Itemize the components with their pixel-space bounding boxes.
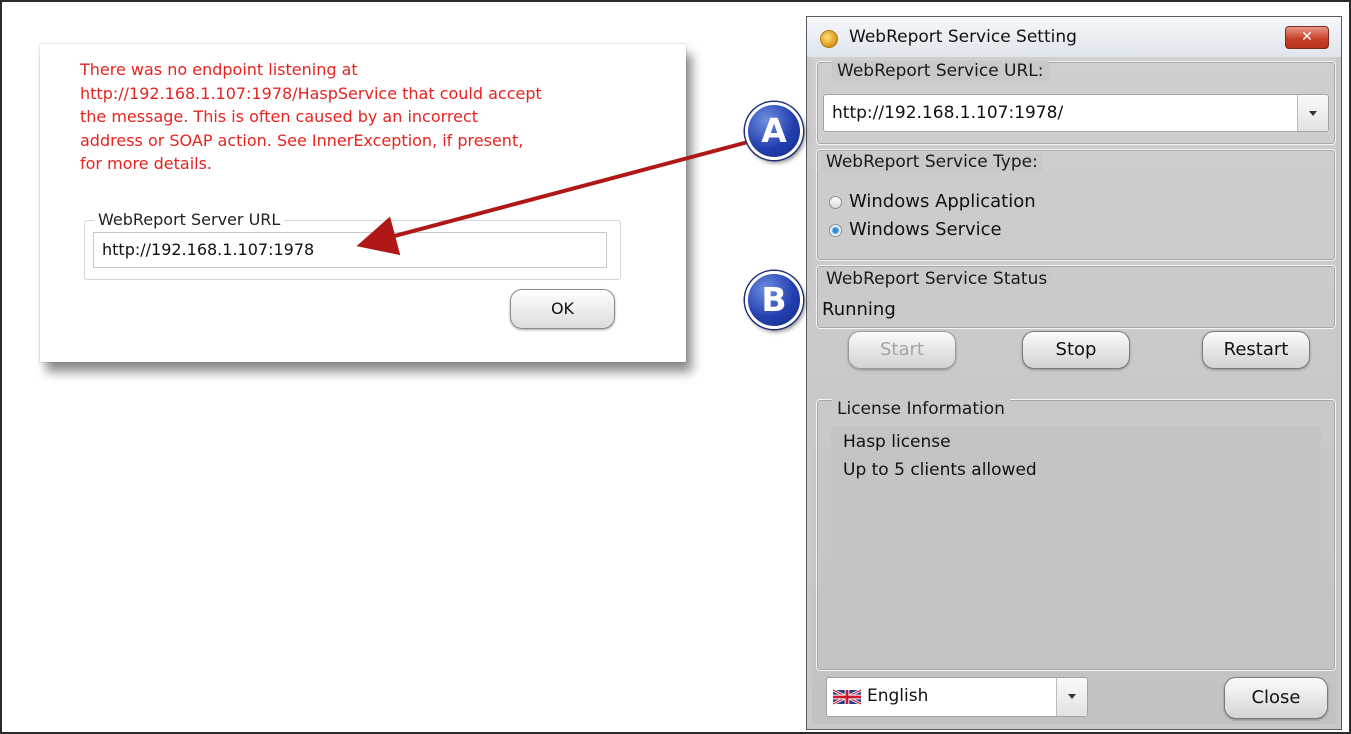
license-info-box: Hasp license Up to 5 clients allowed: [831, 426, 1321, 660]
service-type-group: WebReport Service Type: Windows Applicat…: [816, 149, 1336, 261]
server-url-input[interactable]: http://192.168.1.107:1978: [93, 232, 607, 268]
radio-button[interactable]: [829, 196, 842, 209]
server-url-group: WebReport Server URL http://192.168.1.10…: [84, 210, 621, 280]
error-message-line: There was no endpoint listening at: [80, 60, 358, 79]
service-url-combobox[interactable]: http://192.168.1.107:1978/: [823, 94, 1329, 132]
service-status-label: WebReport Service Status: [821, 269, 1053, 289]
radio-label: Windows Service: [849, 219, 1002, 240]
callout-badge-b: B: [745, 271, 803, 329]
service-settings-window: WebReport Service Setting ✕ WebReport Se…: [806, 16, 1342, 730]
error-message-line: address or SOAP action. See InnerExcepti…: [80, 130, 524, 150]
error-message-line: the message. This is often caused by an …: [80, 107, 479, 126]
license-info-label: License Information: [832, 399, 1010, 419]
license-line: Up to 5 clients allowed: [843, 460, 1037, 480]
service-status-value: Running: [822, 299, 896, 320]
start-button[interactable]: Start: [848, 331, 956, 369]
window-client-area: WebReport Service URL: http://192.168.1.…: [812, 57, 1336, 724]
license-line: Hasp license: [843, 432, 951, 452]
radio-button[interactable]: [829, 224, 842, 237]
license-info-group: License Information Hasp license Up to 5…: [816, 399, 1336, 671]
radio-label: Windows Application: [849, 191, 1036, 212]
title-bar[interactable]: WebReport Service Setting ✕: [807, 17, 1341, 57]
service-url-group: WebReport Service URL: http://192.168.1.…: [816, 61, 1336, 145]
stop-button[interactable]: Stop: [1022, 331, 1130, 369]
callout-badge-a: A: [745, 102, 803, 160]
service-status-group: WebReport Service Status Running: [816, 265, 1336, 329]
service-type-label: WebReport Service Type:: [821, 152, 1043, 172]
window-title: WebReport Service Setting: [849, 27, 1077, 47]
error-message: There was no endpoint listening at http:…: [80, 58, 640, 176]
error-message-line: http://192.168.1.107:1978/HaspService th…: [80, 83, 542, 103]
ok-button[interactable]: OK: [510, 289, 615, 329]
close-icon: ✕: [1301, 29, 1313, 45]
service-url-value: http://192.168.1.107:1978/: [832, 103, 1064, 123]
service-url-label: WebReport Service URL:: [832, 61, 1049, 81]
uk-flag-icon: [833, 688, 861, 706]
server-url-label: WebReport Server URL: [94, 210, 285, 229]
language-combobox[interactable]: English: [826, 677, 1088, 717]
chevron-down-icon[interactable]: [1297, 95, 1328, 131]
chevron-down-icon[interactable]: [1056, 678, 1087, 716]
close-button[interactable]: Close: [1224, 677, 1328, 719]
window-close-button[interactable]: ✕: [1285, 26, 1329, 49]
app-icon: [820, 30, 838, 48]
error-dialog: There was no endpoint listening at http:…: [40, 44, 686, 362]
error-message-line: for more details.: [80, 154, 213, 173]
restart-button[interactable]: Restart: [1202, 331, 1310, 369]
language-value: English: [867, 686, 929, 706]
